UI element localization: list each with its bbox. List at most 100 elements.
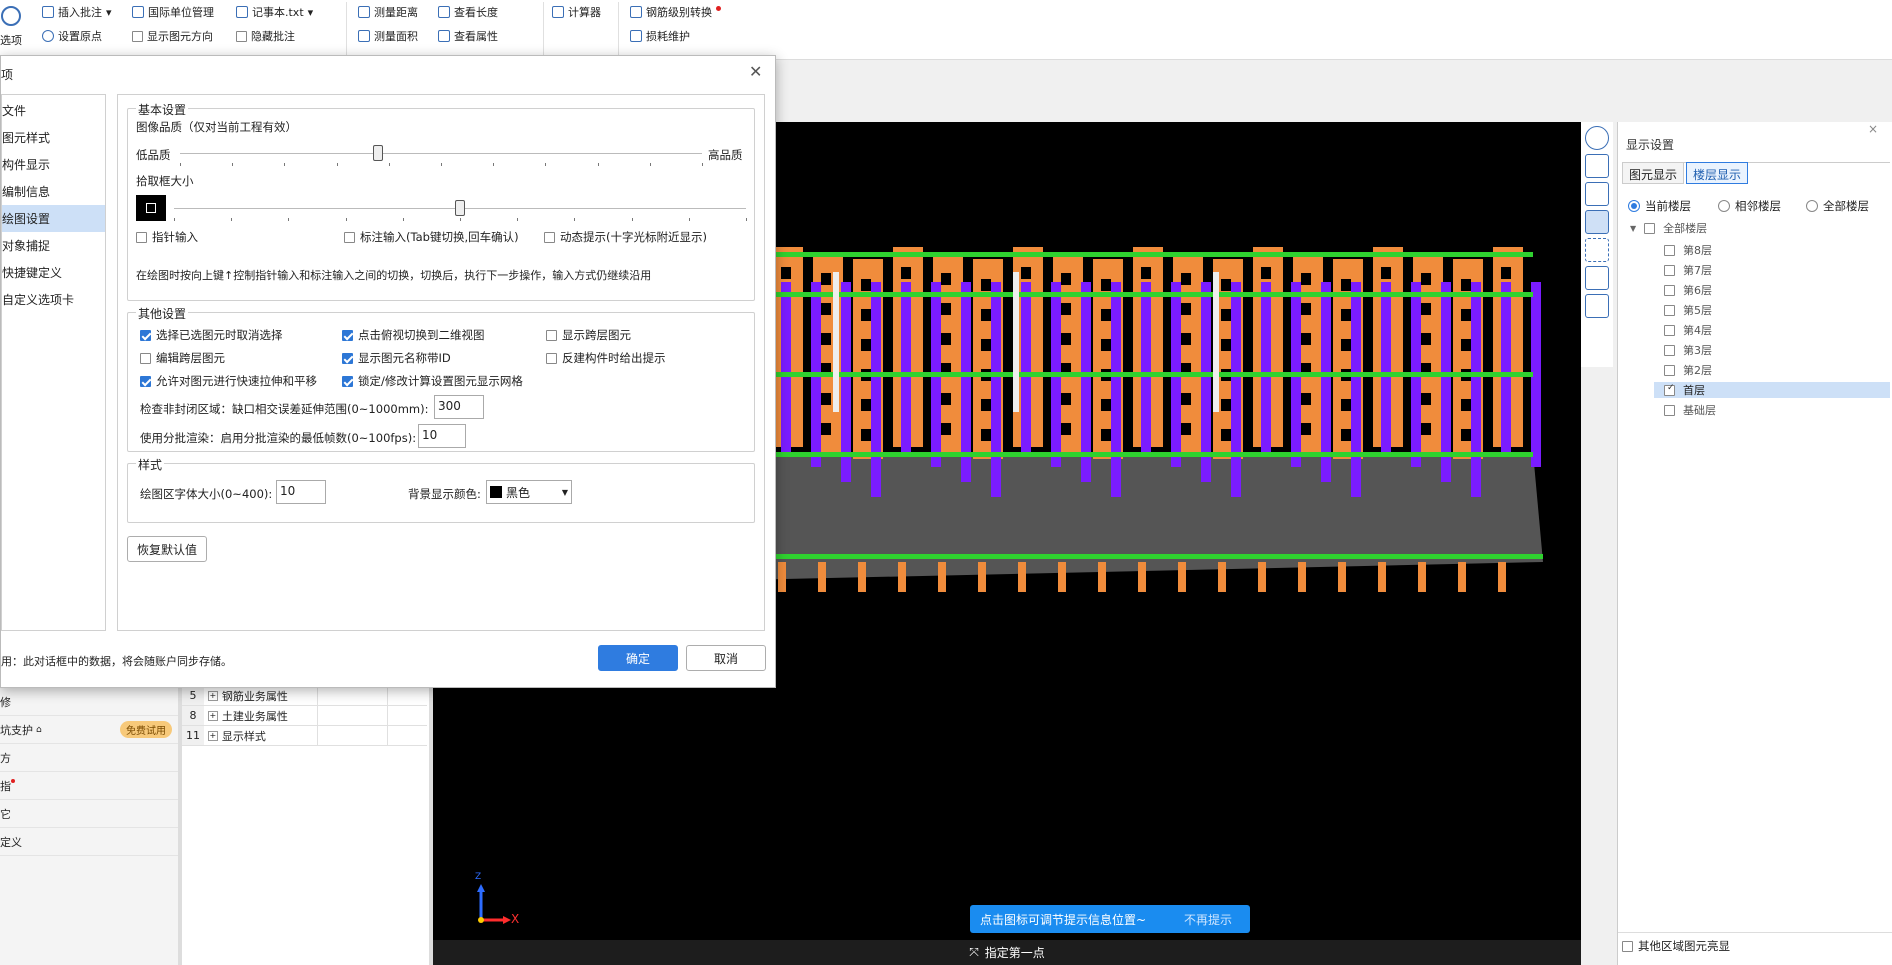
floor-checkbox[interactable] (1664, 364, 1675, 376)
ok-button[interactable]: 确定 (598, 645, 678, 671)
loss-maintain-button[interactable]: 损耗维护 (630, 28, 690, 44)
floor-item[interactable]: 第5层 (1664, 302, 1712, 318)
measure-area-button[interactable]: 测量面积 (358, 28, 418, 44)
floor-checkbox[interactable] (1664, 324, 1675, 336)
bg-color-select[interactable]: 黑色 ▼ (486, 480, 572, 504)
floor-item[interactable]: 基础层 (1664, 402, 1716, 418)
floor-item[interactable]: 第6层 (1664, 282, 1712, 298)
deselect-checkbox[interactable] (140, 329, 151, 341)
mark-input-checkbox[interactable] (344, 231, 355, 243)
all-floors-checkbox[interactable] (1644, 222, 1656, 234)
font-size-input[interactable]: 10 (276, 480, 326, 504)
cube-view-icon[interactable] (1585, 182, 1609, 206)
restore-default-button[interactable]: 恢复默认值 (127, 536, 207, 562)
left-item[interactable]: 定义 (0, 828, 178, 856)
calculator-button[interactable]: 计算器 (552, 4, 601, 20)
measure-distance-button[interactable]: 测量距离 (358, 4, 418, 20)
mark-input-option[interactable]: 标注输入(Tab键切换,回车确认) (344, 229, 519, 245)
floor-item[interactable]: 第8层 (1664, 242, 1712, 258)
floor-checkbox[interactable] (1664, 344, 1675, 356)
left-item[interactable]: 修 (0, 688, 178, 716)
floor-checkbox[interactable] (1664, 264, 1675, 276)
options-button[interactable]: 选项 (0, 6, 22, 48)
floor-item[interactable]: 第3层 (1664, 342, 1712, 358)
option-name-with-id[interactable]: 显示图元名称带ID (342, 350, 451, 366)
set-origin-button[interactable]: 设置原点 (42, 28, 102, 44)
tab-element-display[interactable]: 图元显示 (1622, 162, 1685, 184)
rebar-convert-button[interactable]: 钢筋级别转换 (630, 4, 721, 20)
cube-solid-icon[interactable] (1585, 210, 1609, 234)
pointer-input-checkbox[interactable] (136, 231, 147, 243)
view-length-button[interactable]: 查看长度 (438, 4, 498, 20)
tab-floor-display[interactable]: 楼层显示 (1686, 162, 1749, 184)
option-lock-grid[interactable]: 锁定/修改计算设置图元显示网格 (342, 373, 523, 389)
nav-item[interactable]: 自定义选项卡 (2, 286, 105, 313)
left-item[interactable]: 坑支护 ⌂ 免费试用 (0, 716, 178, 744)
nav-item[interactable]: 构件显示 (2, 151, 105, 178)
2d-view-icon[interactable] (1585, 154, 1609, 178)
floor-item[interactable]: 第2层 (1664, 362, 1712, 378)
row-extra-cell[interactable] (387, 726, 427, 745)
option-deselect[interactable]: 选择已选图元时取消选择 (140, 327, 283, 343)
option-reverse-hint[interactable]: 反建构件时给出提示 (546, 350, 666, 366)
dynamic-hint-option[interactable]: 动态提示(十字光标附近显示) (544, 229, 707, 245)
nav-item[interactable]: 对象捕捉 (2, 232, 105, 259)
row-extra-cell[interactable] (387, 706, 427, 725)
hide-note-toggle[interactable]: 隐藏批注 (236, 28, 295, 44)
table-row[interactable]: 5 + 钢筋业务属性 (182, 686, 427, 706)
free-trial-badge[interactable]: 免费试用 (120, 721, 172, 738)
isometric-icon[interactable] (1585, 266, 1609, 290)
insert-note-button[interactable]: 插入批注 ▾ (42, 4, 112, 20)
view-props-button[interactable]: 查看属性 (438, 28, 498, 44)
expand-icon[interactable]: + (207, 710, 218, 721)
edit-cross-floor-checkbox[interactable] (140, 352, 151, 364)
name-id-checkbox[interactable] (342, 352, 353, 364)
left-item[interactable]: 方 (0, 744, 178, 772)
close-icon[interactable]: ✕ (749, 62, 762, 81)
expand-icon[interactable]: + (207, 690, 218, 701)
slider-thumb[interactable] (455, 200, 465, 216)
floor-item[interactable]: 第4层 (1664, 322, 1712, 338)
lock-grid-checkbox[interactable] (342, 375, 353, 387)
option-top-view-2d[interactable]: 点击俯视切换到二维视图 (342, 327, 485, 343)
floor-checkbox[interactable]: ✓ (1664, 383, 1675, 396)
image-quality-slider[interactable] (180, 153, 702, 154)
hint-dismiss-button[interactable]: 不再提示 (1184, 911, 1232, 928)
left-item[interactable]: 指 (0, 772, 178, 800)
quick-stretch-checkbox[interactable] (140, 375, 151, 387)
slider-thumb[interactable] (373, 145, 384, 161)
top-view-checkbox[interactable] (342, 329, 353, 341)
nav-item[interactable]: 快捷键定义 (2, 259, 105, 286)
hide-note-checkbox[interactable] (236, 30, 247, 42)
settings-list-icon[interactable] (1585, 294, 1609, 318)
floor-checkbox[interactable] (1664, 284, 1675, 296)
show-direction-toggle[interactable]: 显示图元方向 (132, 28, 213, 44)
orbit-icon[interactable] (1585, 126, 1609, 150)
dynamic-hint-checkbox[interactable] (544, 231, 555, 243)
row-value-cell[interactable] (317, 706, 387, 725)
row-value-cell[interactable] (317, 686, 387, 705)
intl-units-button[interactable]: 国际单位管理 (132, 4, 214, 20)
nav-item[interactable]: 图元样式 (2, 124, 105, 151)
close-icon[interactable]: × (1868, 122, 1878, 136)
left-item[interactable]: 它 (0, 800, 178, 828)
floor-checkbox[interactable] (1664, 404, 1675, 416)
option-quick-stretch[interactable]: 允许对图元进行快速拉伸和平移 (140, 373, 317, 389)
notepad-button[interactable]: 记事本.txt ▾ (236, 4, 313, 20)
floor-item[interactable]: 第7层 (1664, 262, 1712, 278)
nav-item[interactable]: 编制信息 (2, 178, 105, 205)
other-area-highlight-toggle[interactable]: 其他区域图元亮显 (1622, 938, 1730, 954)
panel-splitter[interactable] (429, 686, 433, 965)
cross-floor-checkbox[interactable] (546, 329, 557, 341)
floor-checkbox[interactable] (1664, 244, 1675, 256)
table-row[interactable]: 8 + 土建业务属性 (182, 706, 427, 726)
option-edit-cross-floor[interactable]: 编辑跨层图元 (140, 350, 225, 366)
expand-icon[interactable]: + (207, 730, 218, 741)
hint-toast[interactable]: 点击图标可调节提示信息位置~ 不再提示 (970, 905, 1250, 933)
pointer-input-option[interactable]: 指针输入 (136, 229, 198, 245)
show-direction-checkbox[interactable] (132, 30, 143, 42)
other-area-checkbox[interactable] (1622, 940, 1633, 952)
cancel-button[interactable]: 取消 (686, 645, 766, 671)
reverse-hint-checkbox[interactable] (546, 352, 557, 364)
radio-adjacent-floor[interactable]: 相邻楼层 (1718, 198, 1781, 214)
